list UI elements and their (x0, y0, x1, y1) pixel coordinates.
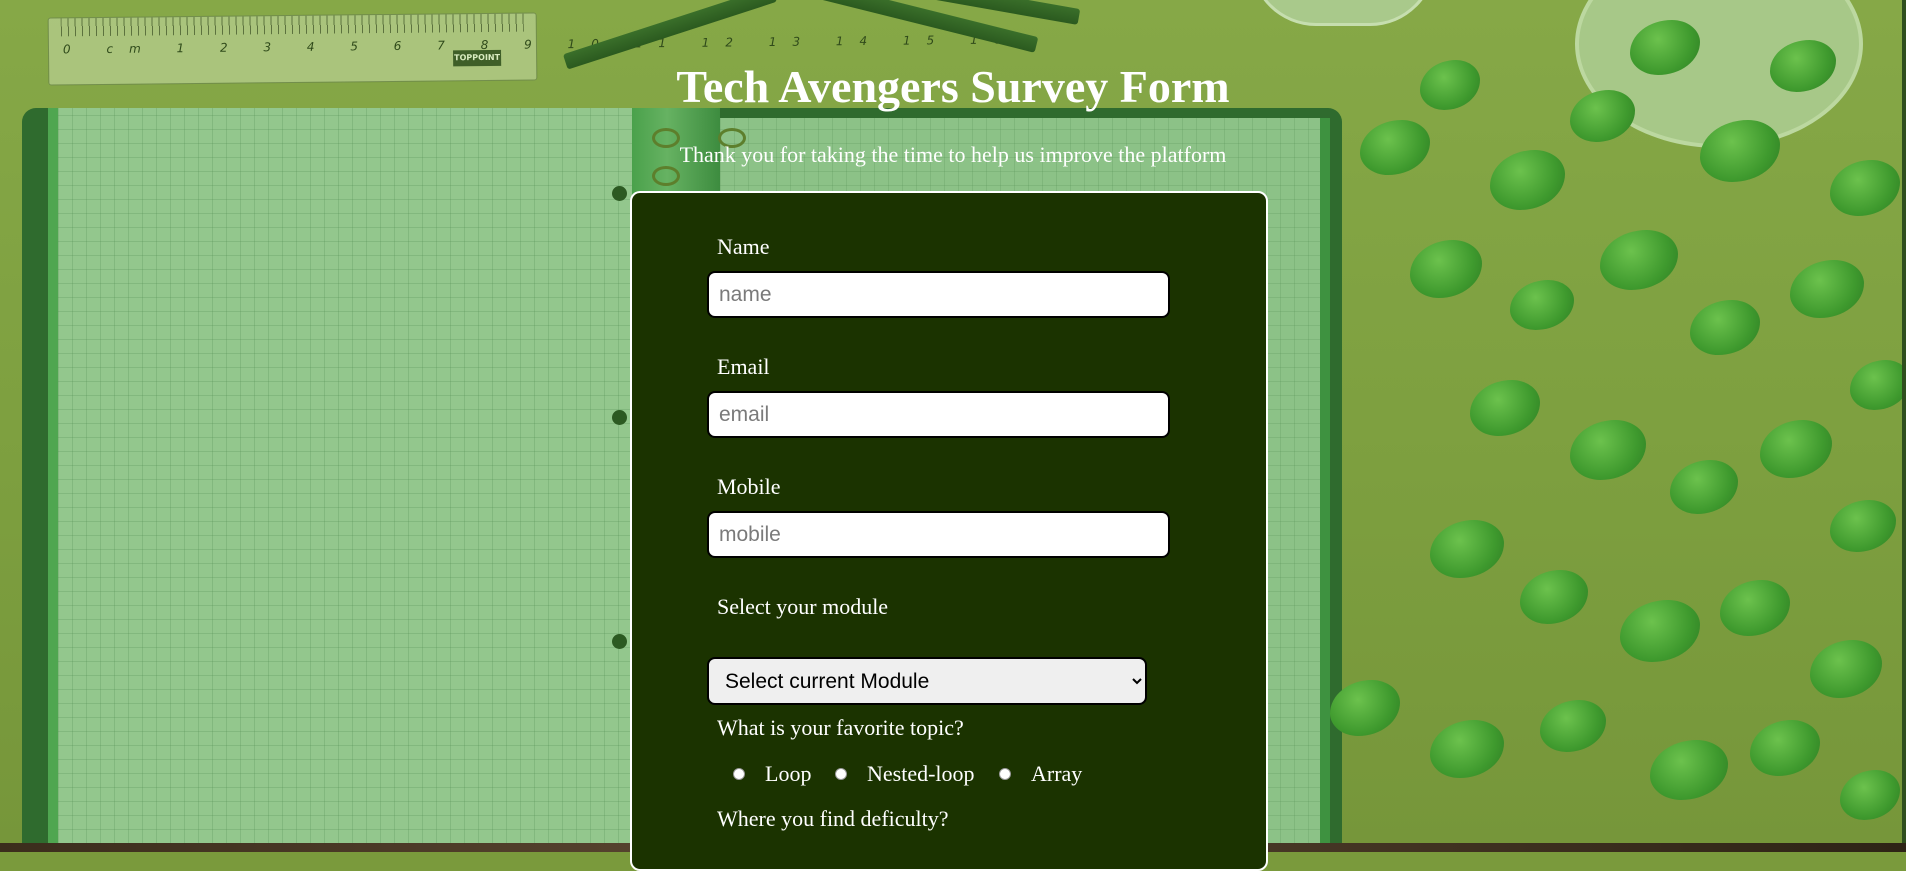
module-select[interactable]: Select current Module (707, 657, 1147, 705)
radio-label: Nested-loop (867, 761, 975, 786)
email-input[interactable] (707, 391, 1170, 438)
binder-hole (612, 186, 627, 201)
mobile-label: Mobile (717, 474, 781, 499)
email-label: Email (717, 354, 770, 379)
name-label: Name (717, 234, 770, 259)
ruler-numbers: 0 cm 1 2 3 4 5 6 7 8 9 10 11 12 13 14 15… (62, 32, 1018, 57)
binder-hole (612, 634, 627, 649)
mobile-input[interactable] (707, 511, 1170, 558)
radio-label: Array (1031, 761, 1083, 786)
difficulty-label: Where you find deficulty? (717, 806, 949, 831)
page-title: Tech Avengers Survey Form (676, 61, 1230, 112)
notebook-left-page (48, 108, 642, 852)
plant-leaves-image (1270, 0, 1906, 852)
radio-button[interactable] (733, 768, 745, 780)
binder-hole (612, 410, 627, 425)
radio-option-nested-loop[interactable]: Nested-loop (835, 761, 975, 787)
page-subtitle: Thank you for taking the time to help us… (679, 142, 1227, 167)
scrollbar-edge (1902, 0, 1906, 843)
radio-option-array[interactable]: Array (999, 761, 1082, 787)
name-input[interactable] (707, 271, 1170, 318)
favorite-topic-label: What is your favorite topic? (717, 715, 964, 740)
radio-option-loop[interactable]: Loop (733, 761, 811, 787)
radio-button[interactable] (835, 768, 847, 780)
binder-ring (652, 166, 680, 186)
radio-button[interactable] (999, 768, 1011, 780)
radio-label: Loop (765, 761, 812, 786)
module-label: Select your module (717, 594, 889, 619)
